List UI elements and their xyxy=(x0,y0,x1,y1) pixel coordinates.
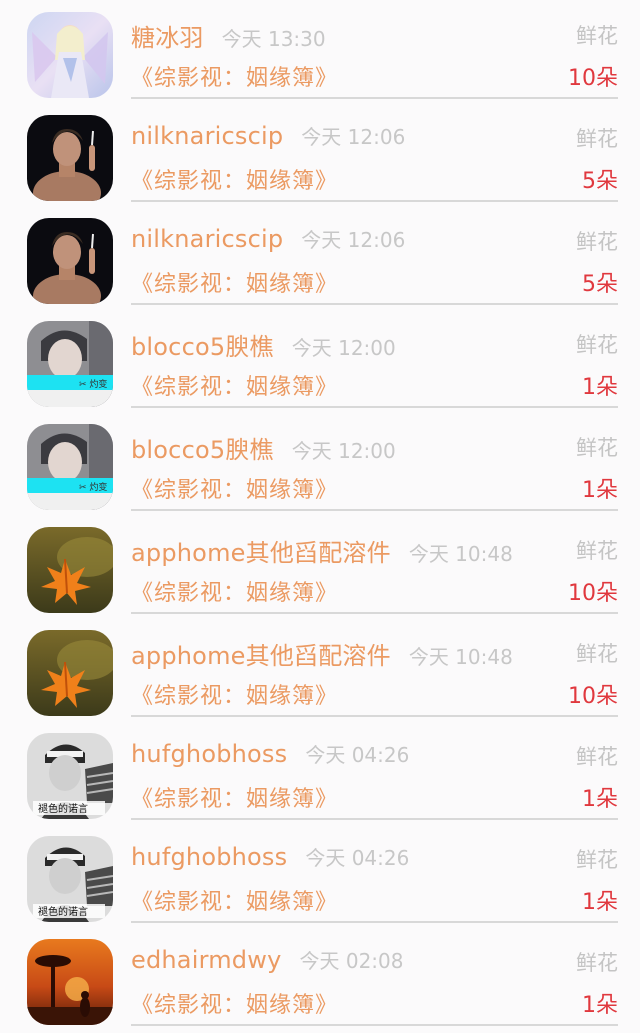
list-item[interactable]: ✂ 灼变 blocco5腴樵 今天 12:00 鲜花 《综影视：姻缘簿》 1朵 xyxy=(0,412,640,515)
timestamp: 今天 04:26 xyxy=(305,846,410,870)
gift-amount: 1朵 xyxy=(582,890,618,915)
gift-type-label: 鲜花 xyxy=(576,436,618,460)
timestamp: 今天 12:06 xyxy=(301,125,406,149)
divider xyxy=(131,921,618,923)
list-item[interactable]: ✂ 灼变 blocco5腴樵 今天 12:00 鲜花 《综影视：姻缘簿》 1朵 xyxy=(0,309,640,412)
gift-type-label: 鲜花 xyxy=(576,24,618,48)
timestamp: 今天 13:30 xyxy=(221,27,326,51)
divider xyxy=(131,612,618,614)
gift-amount: 10朵 xyxy=(568,684,618,709)
list-item[interactable]: apphome其他舀配溶件 今天 10:48 鲜花 《综影视：姻缘簿》 10朵 xyxy=(0,515,640,618)
book-title[interactable]: 《综影视：姻缘簿》 xyxy=(131,60,338,92)
timestamp: 今天 12:00 xyxy=(291,336,396,360)
book-title[interactable]: 《综影视：姻缘簿》 xyxy=(131,575,338,607)
timestamp: 今天 10:48 xyxy=(408,645,513,669)
portrait-avatar-icon[interactable]: ✂ 灼变 xyxy=(27,424,113,510)
maple-leaf-avatar-icon[interactable] xyxy=(27,630,113,716)
bw-portrait-avatar-icon[interactable]: 褪色的诺言 xyxy=(27,836,113,922)
gift-type-label: 鲜花 xyxy=(576,333,618,357)
book-title[interactable]: 《综影视：姻缘簿》 xyxy=(131,163,338,195)
book-title[interactable]: 《综影视：姻缘簿》 xyxy=(131,781,338,813)
username[interactable]: apphome其他舀配溶件 xyxy=(131,533,391,568)
username[interactable]: nilknaricscip xyxy=(131,225,283,253)
book-title[interactable]: 《综影视：姻缘簿》 xyxy=(131,884,338,916)
person-smoking-avatar-icon[interactable] xyxy=(27,218,113,304)
gift-amount: 1朵 xyxy=(582,375,618,400)
username[interactable]: blocco5腴樵 xyxy=(131,327,274,362)
gift-type-label: 鲜花 xyxy=(576,127,618,151)
anime-angel-avatar-icon[interactable] xyxy=(27,12,113,98)
list-item[interactable]: apphome其他舀配溶件 今天 10:48 鲜花 《综影视：姻缘簿》 10朵 xyxy=(0,618,640,721)
timestamp: 今天 10:48 xyxy=(408,542,513,566)
username[interactable]: 糖冰羽 xyxy=(131,18,204,53)
timestamp: 今天 12:00 xyxy=(291,439,396,463)
avatar-caption: 褪色的诺言 xyxy=(38,802,88,815)
divider xyxy=(131,303,618,305)
username[interactable]: hufghobhoss xyxy=(131,740,287,768)
divider xyxy=(131,715,618,717)
book-title[interactable]: 《综影视：姻缘簿》 xyxy=(131,987,338,1019)
gift-type-label: 鲜花 xyxy=(576,745,618,769)
divider xyxy=(131,200,618,202)
portrait-avatar-icon[interactable]: ✂ 灼变 xyxy=(27,321,113,407)
timestamp: 今天 02:08 xyxy=(299,949,404,973)
maple-leaf-avatar-icon[interactable] xyxy=(27,527,113,613)
gift-amount: 1朵 xyxy=(582,787,618,812)
gift-amount: 10朵 xyxy=(568,66,618,91)
username[interactable]: apphome其他舀配溶件 xyxy=(131,636,391,671)
username[interactable]: hufghobhoss xyxy=(131,843,287,871)
gift-amount: 5朵 xyxy=(582,272,618,297)
divider xyxy=(131,406,618,408)
timestamp: 今天 04:26 xyxy=(305,743,410,767)
list-item[interactable]: edhairmdwy 今天 02:08 鲜花 《综影视：姻缘簿》 1朵 xyxy=(0,927,640,1030)
list-item[interactable]: nilknaricscip 今天 12:06 鲜花 《综影视：姻缘簿》 5朵 xyxy=(0,206,640,309)
list-item[interactable]: nilknaricscip 今天 12:06 鲜花 《综影视：姻缘簿》 5朵 xyxy=(0,103,640,206)
book-title[interactable]: 《综影视：姻缘簿》 xyxy=(131,369,338,401)
username[interactable]: nilknaricscip xyxy=(131,122,283,150)
gift-amount: 1朵 xyxy=(582,478,618,503)
bw-portrait-avatar-icon[interactable]: 褪色的诺言 xyxy=(27,733,113,819)
timestamp: 今天 12:06 xyxy=(301,228,406,252)
gift-amount: 10朵 xyxy=(568,581,618,606)
gift-type-label: 鲜花 xyxy=(576,642,618,666)
divider xyxy=(131,509,618,511)
book-title[interactable]: 《综影视：姻缘簿》 xyxy=(131,472,338,504)
divider xyxy=(131,97,618,99)
gift-type-label: 鲜花 xyxy=(576,539,618,563)
username[interactable]: edhairmdwy xyxy=(131,946,281,974)
divider xyxy=(131,1024,618,1026)
gift-amount: 5朵 xyxy=(582,169,618,194)
gift-record-list: 糖冰羽 今天 13:30 鲜花 《综影视：姻缘簿》 10朵 nilknarics… xyxy=(0,0,640,1033)
person-smoking-avatar-icon[interactable] xyxy=(27,115,113,201)
avatar-caption: ✂ 灼变 xyxy=(79,378,107,390)
username[interactable]: blocco5腴樵 xyxy=(131,430,274,465)
divider xyxy=(131,818,618,820)
list-item[interactable]: 褪色的诺言 hufghobhoss 今天 04:26 鲜花 《综影视：姻缘簿》 … xyxy=(0,721,640,824)
gift-type-label: 鲜花 xyxy=(576,848,618,872)
gift-type-label: 鲜花 xyxy=(576,951,618,975)
book-title[interactable]: 《综影视：姻缘簿》 xyxy=(131,678,338,710)
gift-type-label: 鲜花 xyxy=(576,230,618,254)
gift-amount: 1朵 xyxy=(582,993,618,1018)
avatar-caption: ✂ 灼变 xyxy=(79,481,107,493)
sunset-tree-avatar-icon[interactable] xyxy=(27,939,113,1025)
list-item[interactable]: 糖冰羽 今天 13:30 鲜花 《综影视：姻缘簿》 10朵 xyxy=(0,0,640,103)
avatar-caption: 褪色的诺言 xyxy=(38,905,88,918)
book-title[interactable]: 《综影视：姻缘簿》 xyxy=(131,266,338,298)
list-item[interactable]: 褪色的诺言 hufghobhoss 今天 04:26 鲜花 《综影视：姻缘簿》 … xyxy=(0,824,640,927)
